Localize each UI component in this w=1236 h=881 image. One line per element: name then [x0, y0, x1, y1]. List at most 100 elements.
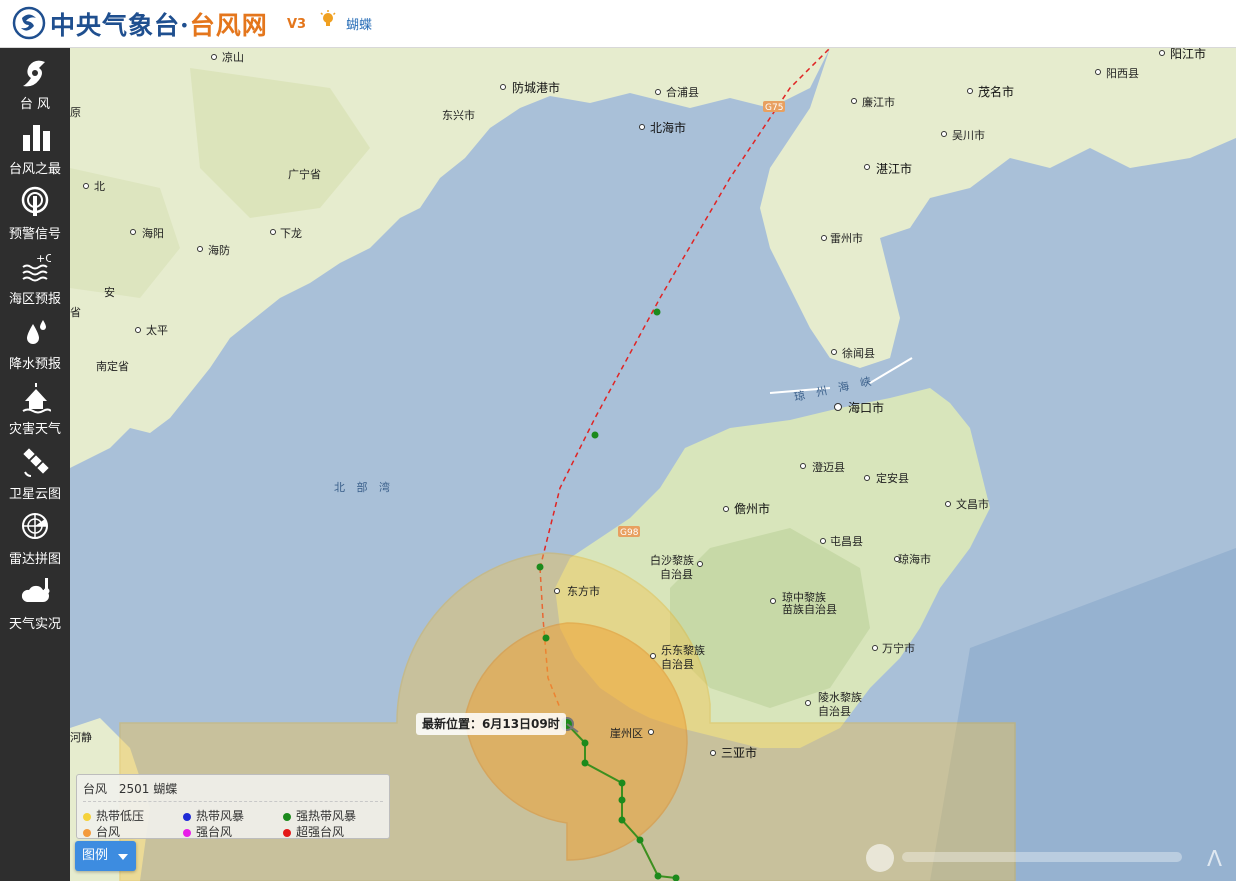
legend-typhoon-label: 台风: [83, 782, 108, 796]
place-baisha-1: 白沙黎族: [650, 553, 694, 567]
left-sidebar: 台 风 台风之最 预警信号 +C 海区预报 降水预报 灾害天气 卫星云图 雷达拼…: [0, 48, 70, 881]
place-yangxi: 阳西县: [1106, 67, 1139, 80]
nav-label-warning-signal: 预警信号: [8, 227, 61, 242]
place-province-edge: 省: [70, 306, 81, 319]
track-point: [581, 739, 589, 747]
nav-item-satellite[interactable]: 卫星云图: [0, 442, 70, 506]
playback-glyph-icon: ᐱ: [1207, 847, 1222, 872]
track-point: [618, 796, 626, 804]
radar-icon: [22, 513, 48, 539]
place-lingshui-2: 自治县: [818, 704, 851, 718]
place-zhanjiang: 湛江市: [876, 161, 912, 176]
place-tunchang: 屯昌县: [830, 535, 863, 548]
legend-item-ts: 热带风暴: [183, 807, 244, 824]
road-label-g75: G75: [765, 103, 783, 113]
nav-label-sea-forecast: 海区预报: [8, 292, 61, 307]
lightbulb-icon: [320, 10, 336, 26]
warning-signal-icon: [21, 186, 49, 216]
legend-dot-ty-icon: [83, 828, 91, 837]
place-haiyang: 海阳: [142, 226, 164, 240]
legend-typhoon-id: 2501 蝴蝶: [118, 782, 178, 796]
place-haikou: 海口市: [848, 400, 884, 415]
nav-item-radar[interactable]: 雷达拼图: [0, 507, 70, 571]
legend-dot-td-icon: [83, 812, 91, 821]
track-point: [618, 816, 626, 824]
svg-text:+C: +C: [36, 252, 51, 265]
place-beihai: 北海市: [650, 120, 686, 135]
version-badge: V3: [287, 17, 307, 32]
place-halong: 下龙: [280, 227, 302, 240]
legend-divider: [83, 801, 383, 802]
place-yazhou: 崖州区: [610, 727, 643, 740]
nav-item-typhoon[interactable]: 台 风: [0, 52, 70, 116]
nav-item-sea-forecast[interactable]: +C 海区预报: [0, 247, 70, 311]
place-qiongzhong-1: 琼中黎族: [782, 590, 826, 604]
place-maoming: 茂名市: [978, 84, 1014, 99]
track-point: [654, 872, 662, 880]
nav-label-typhoon-records: 台风之最: [8, 162, 61, 177]
place-yuan: 原: [70, 106, 81, 119]
place-namdinh: 南定省: [96, 359, 129, 373]
place-wuchuan: 吴川市: [952, 128, 985, 142]
current-typhoon-link[interactable]: 蝴蝶: [346, 14, 372, 33]
legend-item-td: 热带低压: [83, 807, 144, 824]
site-title[interactable]: 中央气象台·台风网: [50, 6, 268, 42]
map-canvas: G75 G98 凉山 防城港市 合浦县 北海市 东兴市 廉江市 茂名市 阳江市 …: [70, 48, 1236, 881]
cma-logo-icon: [12, 6, 46, 40]
legend-dot-superty-icon: [283, 828, 291, 837]
bar-chart-icon: [23, 125, 50, 151]
place-haiphong: 海防: [208, 243, 230, 257]
site-title-accent: 台风网: [189, 11, 268, 40]
satellite-icon: [23, 448, 49, 477]
nav-item-warning-signal[interactable]: 预警信号: [0, 182, 70, 246]
place-bac: 北: [94, 180, 105, 193]
weather-observation-icon: [21, 578, 50, 602]
legend-dot-sty-icon: [183, 828, 191, 837]
place-dongxing: 东兴市: [442, 108, 475, 122]
nav-label-satellite: 卫星云图: [8, 487, 61, 502]
legend-toggle-label: 图例: [82, 848, 109, 863]
place-thaibinh: 太平: [146, 324, 168, 337]
rain-drop-icon: [27, 320, 46, 344]
place-danzhou: 儋州市: [734, 501, 770, 516]
playback-controls[interactable]: ᐱ: [862, 838, 1232, 878]
track-point: [581, 759, 589, 767]
place-lingshui-1: 陵水黎族: [818, 690, 862, 704]
place-leizhou: 雷州市: [830, 231, 863, 245]
nav-item-rain-forecast[interactable]: 降水预报: [0, 312, 70, 376]
place-wanning: 万宁市: [882, 641, 915, 655]
place-liangshan: 凉山: [222, 50, 244, 64]
legend-panel: 台风 2501 蝴蝶 热带低压 热带风暴 强热带风暴 台风 强台风 超强台风: [76, 774, 390, 839]
track-point: [636, 836, 644, 844]
forecast-point: [591, 431, 599, 439]
forecast-point: [653, 308, 661, 316]
nav-label-rain-forecast: 降水预报: [8, 357, 61, 372]
place-chengmai: 澄迈县: [812, 460, 845, 474]
severe-weather-icon: [22, 383, 51, 414]
legend-dot-ts-icon: [183, 812, 191, 821]
place-heam: 河静: [70, 730, 92, 744]
legend-toggle-button[interactable]: 图例: [75, 841, 136, 871]
typhoon-icon: [23, 60, 45, 87]
nav-item-weather-observation[interactable]: 天气实况: [0, 572, 70, 636]
site-title-main: 中央气象台·: [50, 11, 190, 40]
typhoon-logo-icon: [866, 844, 894, 872]
nav-item-typhoon-records[interactable]: 台风之最: [0, 117, 70, 181]
legend-item-superty: 超强台风: [283, 823, 344, 840]
place-ledong-2: 自治县: [661, 657, 694, 671]
sea-forecast-icon: +C: [22, 252, 51, 282]
place-dingan: 定安县: [876, 471, 909, 485]
place-baisha-2: 自治县: [660, 567, 693, 581]
place-sanya: 三亚市: [721, 745, 757, 760]
nav-item-severe-weather[interactable]: 灾害天气: [0, 377, 70, 441]
legend-title: 台风 2501 蝴蝶: [83, 780, 185, 797]
nav-label-radar: 雷达拼图: [8, 552, 61, 567]
nav-label-typhoon: 台 风: [19, 97, 51, 112]
legend-item-ty: 台风: [83, 823, 120, 840]
forecast-point: [542, 634, 550, 642]
typhoon-map[interactable]: G75 G98 凉山 防城港市 合浦县 北海市 东兴市 廉江市 茂名市 阳江市 …: [70, 48, 1236, 881]
chevron-down-icon: [118, 854, 128, 860]
nav-label-severe-weather: 灾害天气: [8, 422, 61, 437]
top-header: 中央气象台·台风网 V3 蝴蝶: [0, 0, 1236, 48]
track-point: [618, 779, 626, 787]
